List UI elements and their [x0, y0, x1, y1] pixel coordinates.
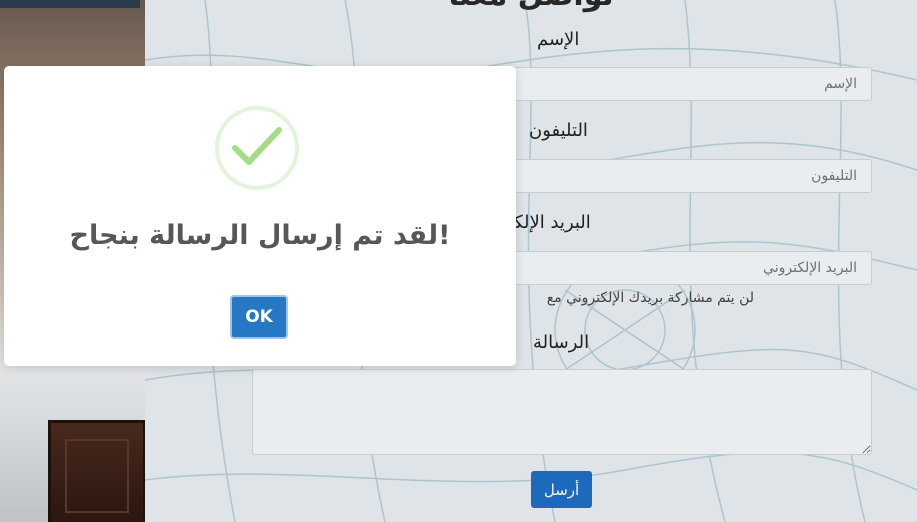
ok-button[interactable]: OK: [230, 295, 288, 339]
success-dialog: !لقد تم إرسال الرسالة بنجاح OK: [4, 66, 516, 366]
success-check-icon: [215, 106, 299, 190]
dialog-title: !لقد تم إرسال الرسالة بنجاح: [69, 220, 451, 251]
